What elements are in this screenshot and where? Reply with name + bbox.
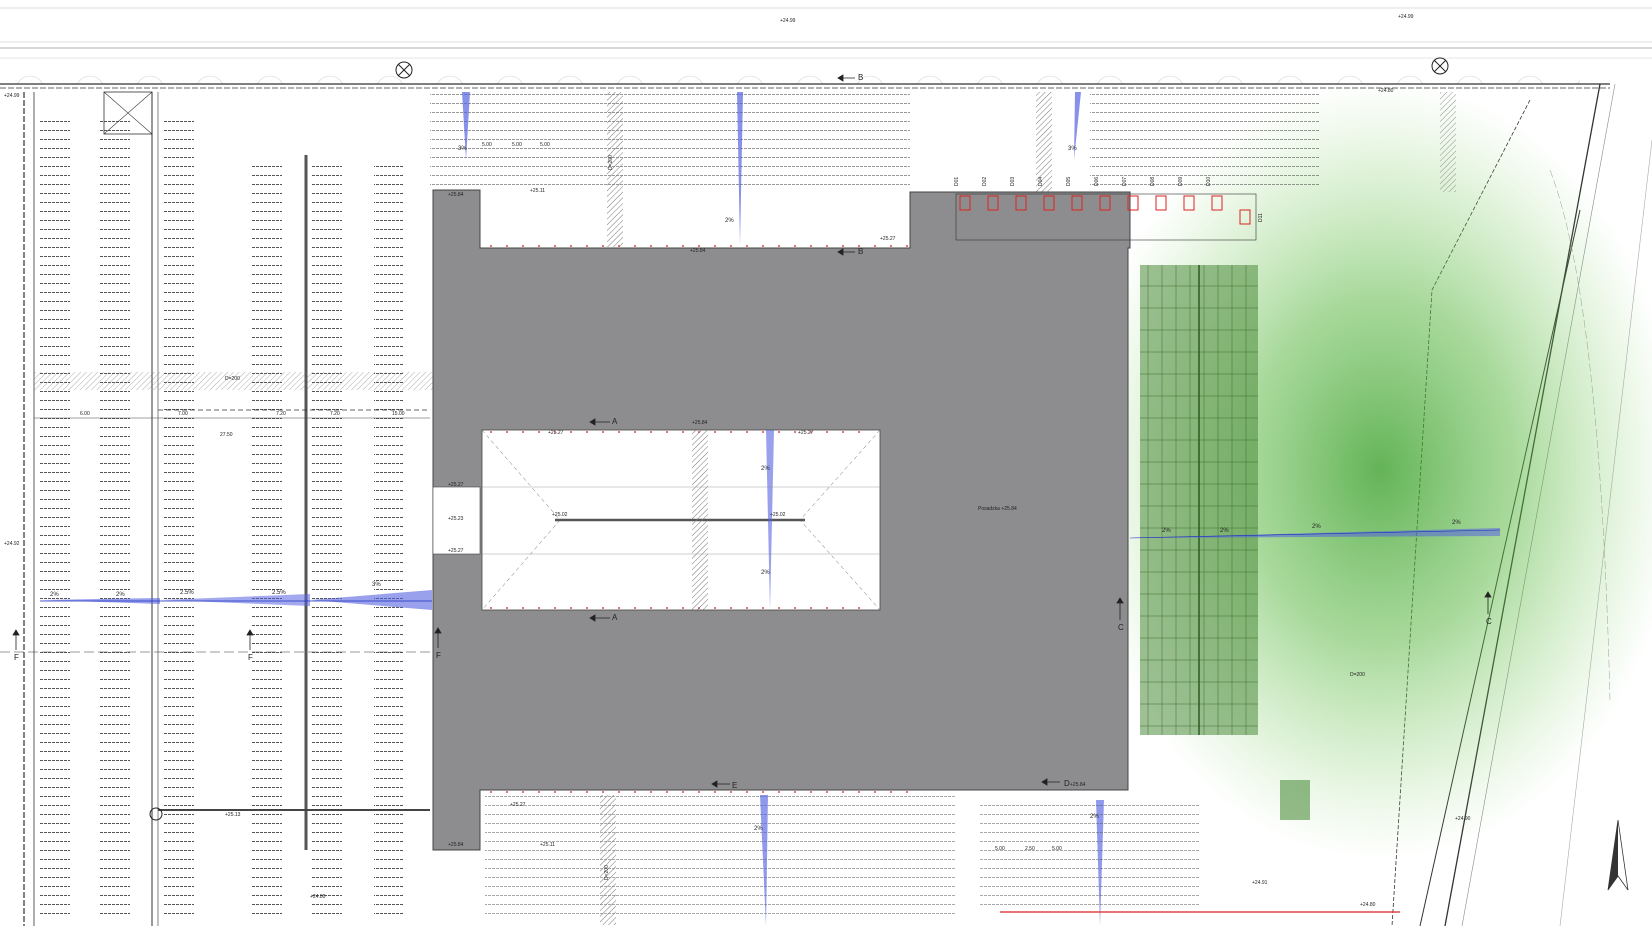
level-west-3: +25.23: [448, 516, 464, 522]
site-plan-drawing: +24.99 +24.99 +24.99 +24.92 2% 2% 2.5% 2…: [0, 7, 1652, 926]
level-south-2: +25.84: [1070, 782, 1086, 788]
west-parking: [0, 91, 434, 926]
road-level-6: +24.80: [1360, 902, 1376, 908]
level-court-1: +25.27: [548, 430, 564, 436]
slope-east-c: 2%: [1312, 524, 1321, 530]
dim-1: 6.00: [80, 411, 90, 417]
level-court-4: +25.27: [798, 430, 814, 436]
floor-level-label: Posadzka +25.84: [978, 506, 1017, 512]
level-west-2: +25.27: [448, 482, 464, 488]
level-west-4: +25.27: [448, 548, 464, 554]
section-a-top: A: [612, 417, 618, 426]
street-level-top-left: +24.99: [4, 93, 20, 99]
dim-north-3: 5.00: [540, 142, 550, 148]
level-north-1: +25.11: [530, 188, 545, 194]
slope-east-a: 2%: [1162, 528, 1171, 534]
level-west-5: +25.84: [448, 842, 464, 848]
dim-5: 15.00: [392, 411, 405, 417]
road-level-4: +24.91: [1252, 880, 1268, 886]
section-c-left: C: [1118, 623, 1124, 632]
diameter-south: D=200: [604, 865, 610, 880]
dock-d03: D03: [1010, 177, 1016, 186]
dim-2: 7.00: [178, 411, 188, 417]
dock-d08: D08: [1150, 177, 1156, 186]
road-level-5: +24.90: [1455, 816, 1471, 822]
slope-east-b: 2%: [1220, 528, 1229, 534]
slope-court-a: 2%: [761, 466, 770, 472]
section-a-bottom: A: [612, 613, 618, 622]
slope-west-e: 3%: [372, 582, 381, 588]
dim-7: 5.00: [995, 846, 1005, 852]
level-south-3: +25.11: [540, 842, 555, 848]
slope-south-b: 2%: [1090, 814, 1099, 820]
slope-west-b: 2%: [116, 592, 125, 598]
dim-6: 27.50: [220, 432, 233, 438]
dock-d09: D09: [1178, 177, 1184, 186]
slope-north-c: 3%: [1068, 146, 1077, 152]
road-level-1: +25.13: [225, 812, 241, 818]
slope-west-c: 2.5%: [180, 590, 194, 596]
slope-court-b: 2%: [761, 570, 770, 576]
dim-3: 7.20: [276, 411, 286, 417]
section-f-right: F: [436, 651, 441, 660]
section-e: E: [732, 781, 737, 790]
dock-d11: D11: [1258, 213, 1264, 222]
dock-d06: D06: [1094, 177, 1100, 186]
road-level-2: +24.80: [310, 894, 326, 900]
slope-east-d: 2%: [1452, 520, 1461, 526]
section-f-left: F: [14, 653, 19, 662]
west-drainage-slope: 2% 2% 2.5% 2.5% 3%: [40, 582, 432, 610]
slope-west-a: 2%: [50, 592, 59, 598]
dock-d04: D04: [1038, 177, 1044, 186]
dock-d01: D01: [954, 177, 960, 186]
slope-north-a: 3%: [458, 146, 467, 152]
dim-4: 7.20: [330, 411, 340, 417]
street-level-top-mid: +24.99: [780, 18, 796, 24]
slope-west-d: 2.5%: [272, 590, 286, 596]
dim-north-2: 5.00: [512, 142, 522, 148]
diameter-north: D=200: [608, 155, 614, 170]
level-north-2: +25.27: [880, 236, 896, 242]
level-north-3: +25.84: [690, 248, 706, 254]
section-f-mid: F: [248, 653, 253, 662]
dock-d02: D02: [982, 177, 988, 186]
street-level-top-right: +24.99: [1398, 14, 1414, 20]
dim-9: 5.00: [1052, 846, 1062, 852]
north-arrow-icon: [1607, 819, 1629, 891]
dock-d05: D05: [1066, 177, 1072, 186]
street-level-left: +24.92: [4, 541, 20, 547]
section-b-top: B: [858, 73, 863, 82]
diameter-west: D=200: [225, 376, 240, 382]
dim-north-1: 5.00: [482, 142, 492, 148]
slope-north-b: 2%: [725, 218, 734, 224]
level-court-5: +25.84: [692, 420, 708, 426]
level-west-1: +25.84: [448, 192, 464, 198]
level-court-2: +25.02: [552, 512, 568, 518]
dim-8: 2.50: [1025, 846, 1035, 852]
section-d: D: [1064, 779, 1070, 788]
road-level-3: +24.80: [1378, 88, 1394, 94]
slope-south-a: 2%: [754, 826, 763, 832]
section-b-building: B: [858, 247, 863, 256]
level-south-1: +25.27: [510, 802, 526, 808]
level-court-3: +25.02: [770, 512, 786, 518]
dock-d10: D10: [1206, 177, 1212, 186]
diameter-east: D=200: [1350, 672, 1365, 678]
dock-d07: D07: [1122, 177, 1128, 186]
section-c-right: C: [1486, 617, 1492, 626]
